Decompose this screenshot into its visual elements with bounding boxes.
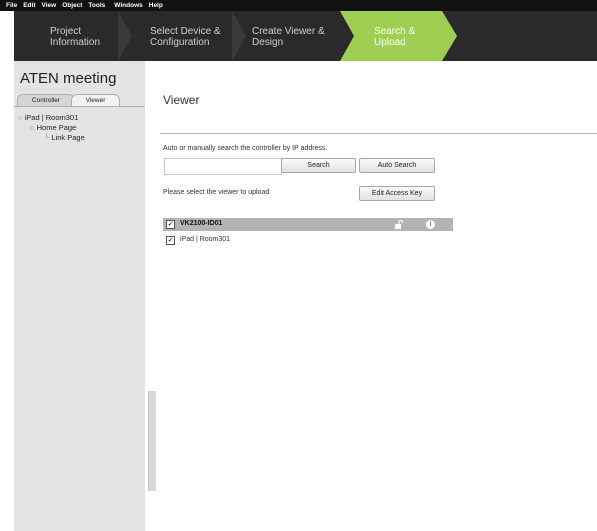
wizard-left-cap: [0, 11, 14, 61]
search-button[interactable]: Search: [281, 158, 356, 173]
step-3-line2: Design: [252, 37, 284, 48]
viewer-checkbox[interactable]: ✓: [166, 236, 175, 245]
step-project-information[interactable]: Project Information: [50, 26, 100, 48]
edit-access-key-button[interactable]: Edit Access Key: [359, 186, 435, 201]
menu-view[interactable]: View: [41, 2, 56, 9]
step-4-line1: Search &: [374, 26, 416, 37]
ip-address-input[interactable]: [164, 158, 282, 175]
menu-edit[interactable]: Edit: [23, 2, 35, 9]
step-separator-3: [340, 11, 354, 61]
tab-underline: [14, 106, 145, 107]
step-1-line1: Project: [50, 26, 82, 37]
step-1-line2: Information: [50, 37, 101, 48]
tree-grandchild-label: Link Page: [51, 133, 85, 142]
device-checkbox[interactable]: ✓: [166, 220, 175, 229]
step-2-line2: Configuration: [150, 37, 210, 48]
device-name: VK2100-ID01: [180, 220, 223, 227]
sidebar-tabs: Controller Viewer: [14, 94, 145, 107]
page-title: Viewer: [163, 93, 200, 107]
menu-help[interactable]: Help: [149, 2, 163, 9]
viewer-item[interactable]: ✓ iPad | Room301: [166, 235, 286, 245]
step-3-line1: Create Viewer &: [252, 26, 325, 37]
tree-node-icon: ⌂: [30, 123, 37, 132]
menu-bar: File Edit View Object Tools Windows Help: [0, 0, 597, 11]
step-select-device[interactable]: Select Device & Configuration: [150, 26, 221, 48]
tree-item-link-page[interactable]: └ Link Page: [44, 133, 85, 142]
auto-search-button[interactable]: Auto Search: [359, 158, 435, 173]
tree-child-label: Home Page: [36, 123, 77, 132]
sidebar: ATEN meeting Controller Viewer ○ iPad | …: [14, 61, 156, 531]
device-row[interactable]: ✓ VK2100-ID01 i: [163, 218, 453, 231]
sidebar-splitter[interactable]: [148, 391, 156, 491]
menu-windows[interactable]: Windows: [114, 2, 142, 9]
tree-item-root[interactable]: ○ iPad | Room301: [18, 113, 78, 122]
step-active-arrow: [442, 11, 457, 61]
info-icon[interactable]: i: [426, 220, 435, 229]
search-hint: Auto or manually search the controller b…: [163, 145, 328, 152]
step-separator-2: [232, 11, 246, 61]
header-divider: [160, 133, 597, 134]
menu-tools[interactable]: Tools: [88, 2, 105, 9]
step-create-viewer[interactable]: Create Viewer & Design: [252, 26, 325, 48]
menu-object[interactable]: Object: [62, 2, 82, 9]
tree-node-icon: ○: [18, 113, 25, 122]
menu-file[interactable]: File: [6, 2, 17, 9]
tree-root-label: iPad | Room301: [24, 113, 79, 122]
project-title: ATEN meeting: [20, 70, 117, 87]
step-separator-1: [118, 11, 132, 61]
select-viewer-hint: Please select the viewer to upload: [163, 189, 270, 196]
step-4-line2: Upload: [374, 37, 406, 48]
tree-item-home-page[interactable]: ⌂ Home Page: [30, 123, 76, 132]
viewer-label: iPad | Room301: [180, 236, 231, 243]
step-2-line1: Select Device &: [150, 26, 221, 37]
wizard-steps: Project Information Select Device & Conf…: [0, 11, 597, 61]
step-search-upload[interactable]: Search & Upload: [374, 26, 415, 48]
unlock-icon[interactable]: [394, 220, 403, 229]
